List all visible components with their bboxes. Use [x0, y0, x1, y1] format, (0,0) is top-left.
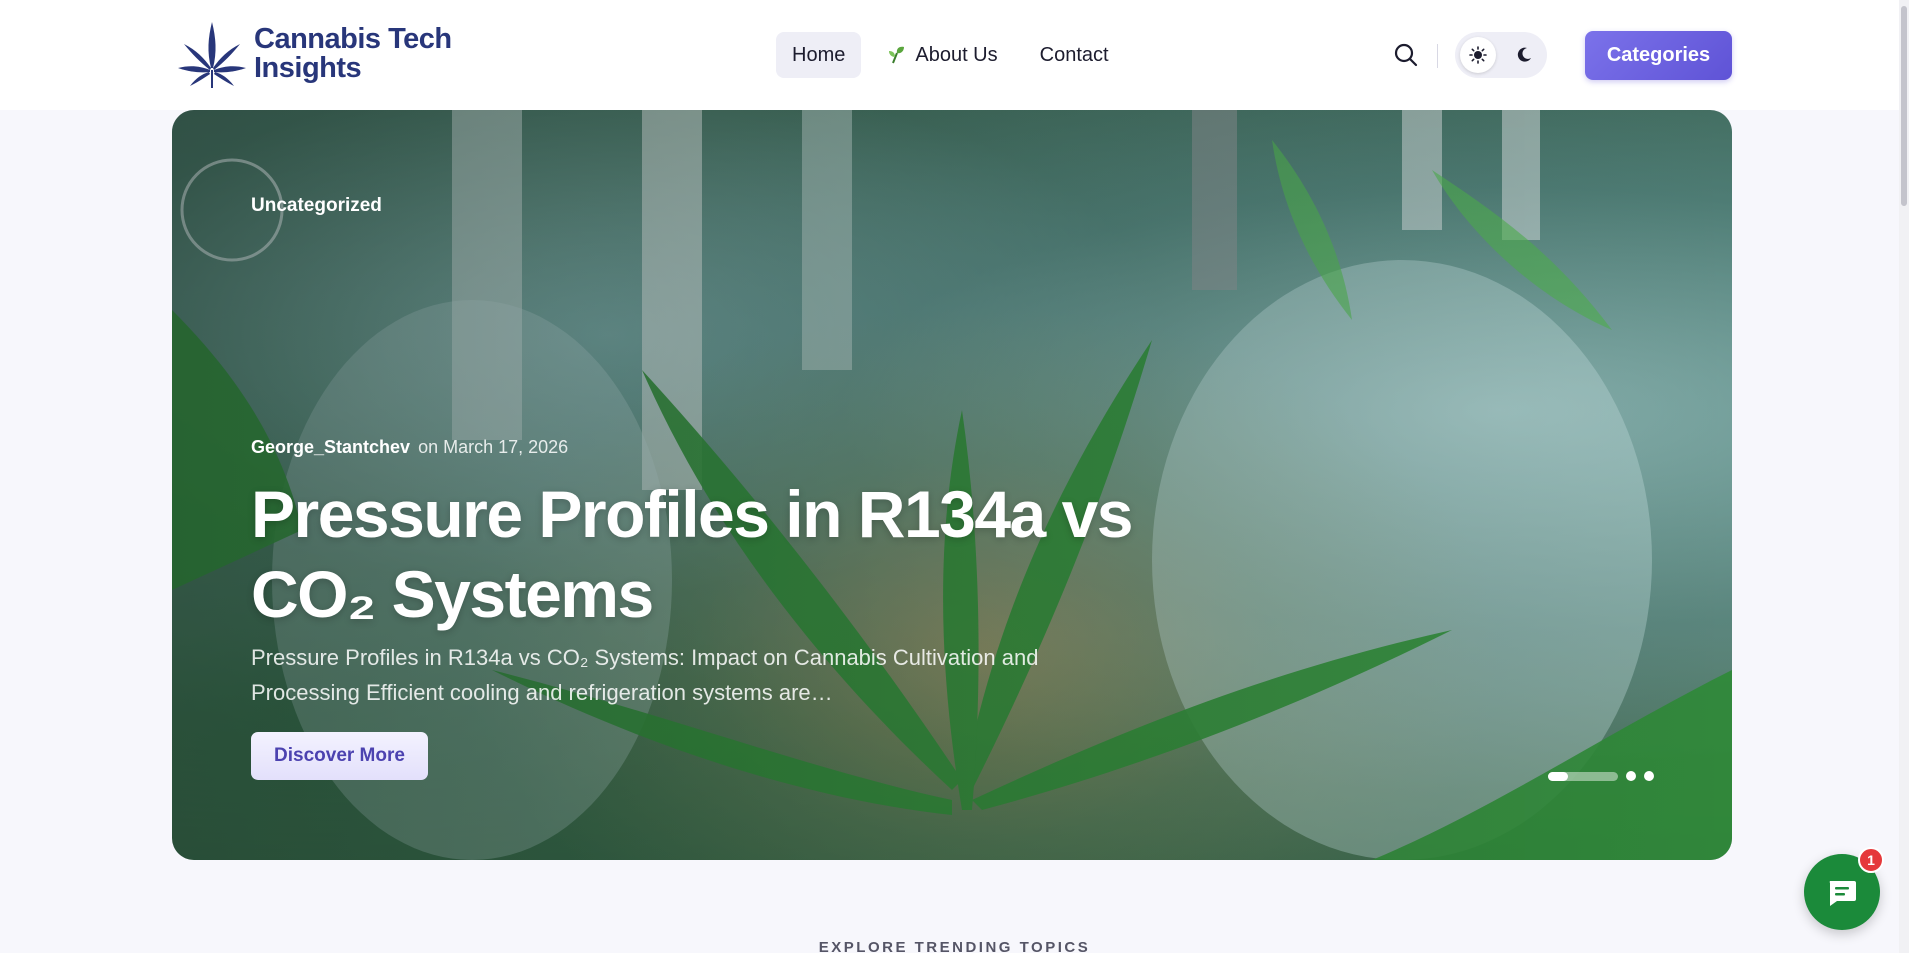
brand-name: Cannabis Tech Insights	[254, 25, 452, 83]
nav-item-contact[interactable]: Contact	[1024, 32, 1125, 78]
nav-item-about-us[interactable]: About Us	[871, 32, 1013, 78]
post-title[interactable]: Pressure Profiles in R134a vs CO₂ System…	[251, 474, 1251, 634]
search-icon[interactable]	[1393, 42, 1419, 68]
slide-progress-fill	[1548, 771, 1568, 781]
brand-name-line1: Cannabis Tech	[254, 23, 452, 55]
slider-dot-3[interactable]	[1644, 771, 1654, 781]
theme-toggle	[1455, 32, 1547, 78]
categories-button[interactable]: Categories	[1585, 31, 1732, 80]
hero-slider: Uncategorized George_Stantchev on March …	[172, 110, 1732, 860]
chat-notification-badge: 1	[1858, 847, 1884, 873]
section-heading: EXPLORE TRENDING TOPICS	[818, 939, 1091, 953]
post-meta: George_Stantchev on March 17, 2026	[251, 437, 568, 458]
slider-pagination	[1548, 770, 1654, 782]
theme-light-button[interactable]	[1460, 37, 1496, 73]
post-date: on March 17, 2026	[418, 437, 569, 457]
sprout-icon	[889, 46, 905, 64]
theme-dark-button[interactable]	[1506, 37, 1542, 73]
post-excerpt: Pressure Profiles in R134a vs CO₂ System…	[251, 645, 1039, 705]
post-category-link[interactable]: Uncategorized	[251, 195, 382, 217]
header-divider	[1437, 44, 1438, 68]
page-scrollbar[interactable]	[1899, 0, 1909, 953]
sun-icon	[1469, 46, 1487, 64]
scrollbar-thumb[interactable]	[1901, 6, 1907, 206]
chat-bubble-icon	[1829, 881, 1856, 906]
nav-item-label: Home	[792, 43, 846, 66]
discover-more-button[interactable]: Discover More	[251, 732, 428, 780]
moon-icon	[1517, 47, 1531, 62]
brand-name-line2: Insights	[254, 52, 362, 84]
nav-item-label: About Us	[915, 43, 998, 66]
site-logo[interactable]: Cannabis Tech Insights	[176, 18, 452, 90]
slider-dot-2[interactable]	[1626, 771, 1636, 781]
nav-item-label: Contact	[1039, 43, 1109, 66]
post-author-link[interactable]: George_Stantchev	[251, 437, 410, 458]
slider-dot-active[interactable]	[1548, 771, 1618, 781]
cannabis-leaf-icon	[178, 22, 246, 88]
site-header: Cannabis Tech Insights Home About Us Con…	[0, 0, 1909, 110]
main-nav: Home About Us Contact	[776, 32, 1125, 78]
nav-item-home[interactable]: Home	[776, 32, 862, 78]
